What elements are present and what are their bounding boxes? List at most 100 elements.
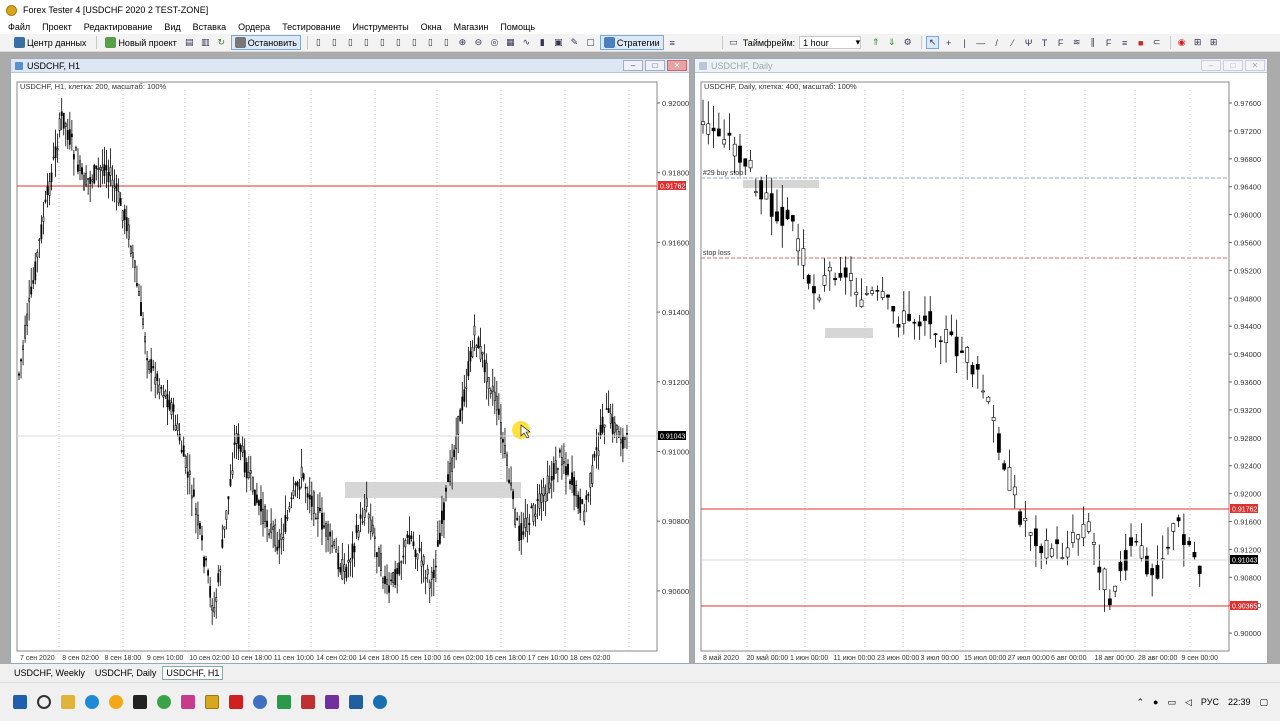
chart-window-titlebar[interactable]: USDCHF, Daily – □ ✕	[695, 59, 1267, 73]
cursor-icon[interactable]: ↖	[926, 36, 940, 49]
refresh-icon[interactable]: ↻	[215, 36, 228, 49]
chart-icon[interactable]: ▯	[312, 36, 325, 49]
brush-icon[interactable]: ✎	[568, 36, 581, 49]
app-icon[interactable]	[133, 694, 147, 709]
menu-windows[interactable]: Окна	[421, 22, 442, 32]
app-icon[interactable]	[157, 694, 171, 709]
ray-icon[interactable]: ⁄	[1006, 36, 1019, 49]
volume-icon[interactable]: ◁	[1185, 697, 1192, 708]
chart-type-icon[interactable]: ▮	[536, 36, 549, 49]
menu-view[interactable]: Вид	[164, 22, 180, 32]
chart-icon[interactable]: ▯	[392, 36, 405, 49]
list-icon[interactable]: ≡	[666, 36, 679, 49]
edge-icon[interactable]	[85, 694, 99, 709]
save-icon[interactable]: ▥	[199, 36, 212, 49]
menu-tools[interactable]: Инструменты	[353, 22, 409, 32]
color-icon[interactable]: ■	[1134, 36, 1147, 49]
app-icon[interactable]	[181, 694, 195, 709]
microphone-icon[interactable]: ●	[1153, 697, 1158, 707]
tab-usdchf-h1[interactable]: USDCHF, H1	[162, 666, 224, 680]
app-icon[interactable]	[301, 694, 315, 709]
strategies-button[interactable]: Стратегии	[599, 35, 664, 50]
menu-file[interactable]: Файл	[8, 22, 30, 32]
chart-icon[interactable]: ▯	[376, 36, 389, 49]
app-icon[interactable]	[229, 694, 243, 709]
network-icon[interactable]: ▭	[1167, 697, 1176, 708]
new-project-button[interactable]: Новый проект	[101, 35, 180, 50]
app-icon[interactable]	[349, 694, 363, 709]
zoom-out-icon[interactable]: ⊖	[472, 36, 485, 49]
crosshair-icon[interactable]: +	[942, 36, 955, 49]
camera-icon[interactable]: ▢	[584, 36, 597, 49]
font-icon[interactable]: F	[1102, 36, 1115, 49]
windows-start-icon[interactable]	[13, 694, 27, 709]
menu-store[interactable]: Магазин	[454, 22, 489, 32]
chart-icon[interactable]: ▯	[328, 36, 341, 49]
arrow-down-icon[interactable]: ⇓	[885, 36, 898, 49]
trend-line-icon[interactable]: /	[990, 36, 1003, 49]
app-icon[interactable]	[373, 694, 387, 709]
close-button[interactable]: ✕	[667, 60, 687, 71]
chart-icon[interactable]: ▯	[344, 36, 357, 49]
menu-orders[interactable]: Ордера	[238, 22, 270, 32]
target-icon[interactable]: ◉	[1175, 36, 1188, 49]
tab-usdchf-daily[interactable]: USDCHF, Daily	[91, 666, 161, 680]
chrome-icon[interactable]	[109, 694, 123, 709]
stop-button[interactable]: Остановить	[230, 35, 301, 50]
maximize-button[interactable]: □	[1223, 60, 1243, 71]
template-icon[interactable]: ▣	[552, 36, 565, 49]
onenote-icon[interactable]	[325, 694, 339, 709]
tab-usdchf-weekly[interactable]: USDCHF, Weekly	[10, 666, 89, 680]
wave-icon[interactable]: ≋	[1070, 36, 1083, 49]
channel-icon[interactable]: ∥	[1086, 36, 1099, 49]
horizontal-line-icon[interactable]: —	[974, 36, 987, 49]
fibo-icon[interactable]: F	[1054, 36, 1067, 49]
file-explorer-icon[interactable]	[61, 694, 75, 709]
maximize-button[interactable]: □	[645, 60, 665, 71]
chart-icon[interactable]: ▯	[424, 36, 437, 49]
timeframe-select[interactable]: 1 hour ▾	[799, 36, 862, 49]
excel-icon[interactable]	[277, 694, 291, 709]
grid-toggle-icon[interactable]: ⊞	[1207, 36, 1220, 49]
magnet-icon[interactable]: ⊂	[1150, 36, 1163, 49]
arrow-up-icon[interactable]: ⇑	[869, 36, 882, 49]
candlestick-chart-h1[interactable]: USDCHF, H1, клетка: 200, масштаб: 100% 0.…	[11, 74, 689, 664]
close-button[interactable]: ✕	[1245, 60, 1265, 71]
timeframe-icon[interactable]: ▭	[727, 36, 740, 49]
line-style-icon[interactable]: ≡	[1118, 36, 1131, 49]
clock[interactable]: 22:39	[1228, 697, 1251, 707]
grid-toggle-icon[interactable]: ⊞	[1191, 36, 1204, 49]
app-icon[interactable]	[253, 694, 267, 709]
minimize-button[interactable]: –	[1201, 60, 1221, 71]
language-indicator[interactable]: РУС	[1201, 697, 1219, 707]
chart-window-h1[interactable]: USDCHF, H1 – □ ✕ USDCHF, H1, клетка: 200…	[10, 58, 690, 664]
grid-icon[interactable]: ▦	[504, 36, 517, 49]
menu-project[interactable]: Проект	[42, 22, 72, 32]
candle-body	[585, 495, 588, 500]
binoculars-icon[interactable]: ◎	[488, 36, 501, 49]
chart-icon[interactable]: ▯	[440, 36, 453, 49]
chart-window-daily[interactable]: USDCHF, Daily – □ ✕ USDCHF, Daily, клетк…	[694, 58, 1268, 664]
zoom-in-icon[interactable]: ⊕	[456, 36, 469, 49]
menu-insert[interactable]: Вставка	[193, 22, 226, 32]
fork-icon[interactable]: Ψ	[1022, 36, 1035, 49]
text-icon[interactable]: T	[1038, 36, 1051, 49]
data-center-button[interactable]: Центр данных	[10, 35, 90, 50]
notifications-icon[interactable]: ▢	[1259, 697, 1268, 708]
chevron-up-icon[interactable]: ⌃	[1137, 697, 1145, 708]
minimize-button[interactable]: –	[623, 60, 643, 71]
chart-icon[interactable]: ▯	[360, 36, 373, 49]
search-icon[interactable]	[37, 694, 51, 709]
menu-edit[interactable]: Редактирование	[84, 22, 153, 32]
chart-icon[interactable]: ▯	[408, 36, 421, 49]
indicator-icon[interactable]: ∿	[520, 36, 533, 49]
menu-help[interactable]: Помощь	[500, 22, 535, 32]
vertical-line-icon[interactable]: |	[958, 36, 971, 49]
chart-window-titlebar[interactable]: USDCHF, H1 – □ ✕	[11, 59, 689, 73]
open-icon[interactable]: ▤	[183, 36, 196, 49]
menu-testing[interactable]: Тестирование	[282, 22, 340, 32]
forex-tester-icon[interactable]	[205, 694, 219, 709]
candlestick-chart-daily[interactable]: USDCHF, Daily, клетка: 400, масштаб: 100…	[695, 74, 1267, 664]
gear-icon[interactable]: ⚙	[901, 36, 914, 49]
candle-body	[493, 391, 496, 402]
